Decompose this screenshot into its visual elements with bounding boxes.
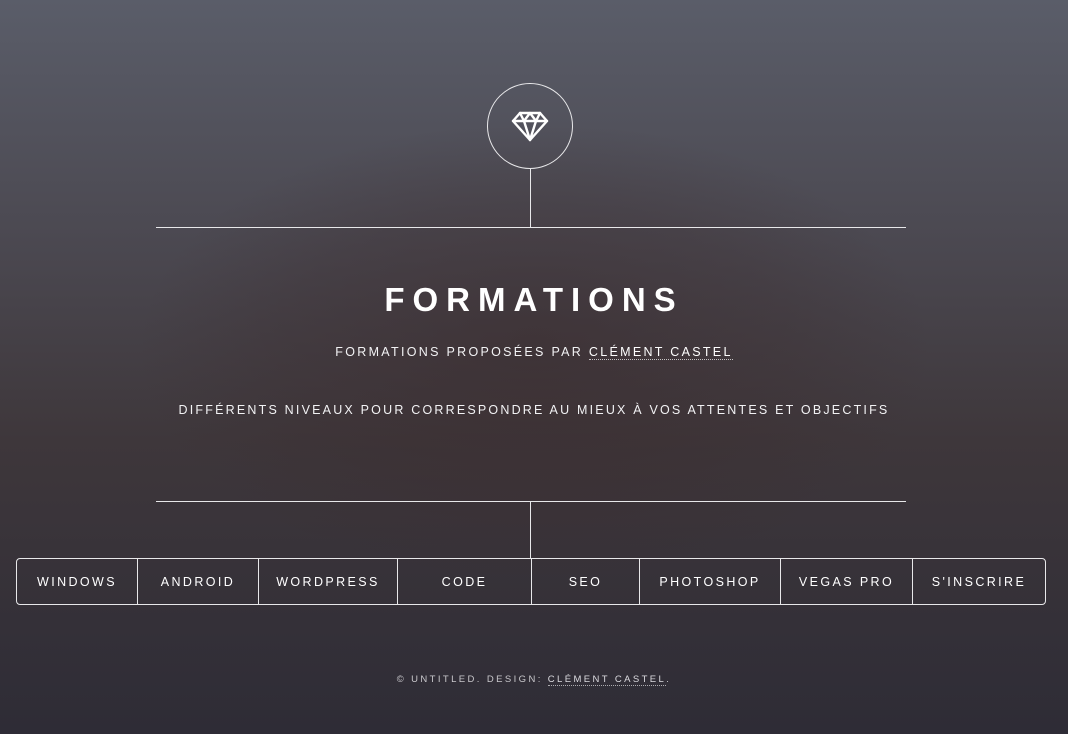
nav-item-seo[interactable]: SEO — [532, 559, 640, 604]
nav-item-windows[interactable]: WINDOWS — [17, 559, 138, 604]
nav-item-vegas-pro[interactable]: VEGAS PRO — [781, 559, 913, 604]
footer: © UNTITLED. DESIGN: CLÉMENT CASTEL. — [0, 673, 1068, 686]
subtitle-text: FORMATIONS PROPOSÉES PAR — [335, 345, 589, 359]
nav-item-android[interactable]: ANDROID — [138, 559, 259, 604]
nav-item-photoshop[interactable]: PHOTOSHOP — [640, 559, 781, 604]
page-title: FORMATIONS — [384, 281, 684, 318]
nav-connector-line — [530, 501, 531, 559]
main-nav: WINDOWS ANDROID WORDPRESS CODE SEO PHOTO… — [16, 558, 1046, 605]
top-divider-line — [156, 227, 906, 228]
author-link[interactable]: CLÉMENT CASTEL — [588, 345, 733, 360]
diamond-icon — [511, 111, 549, 142]
nav-item-sinscrire[interactable]: S'INSCRIRE — [913, 559, 1045, 604]
nav-item-code[interactable]: CODE — [398, 559, 532, 604]
bottom-divider-line — [156, 501, 906, 502]
nav-item-wordpress[interactable]: WORDPRESS — [259, 559, 398, 604]
logo-connector-line — [530, 169, 531, 227]
footer-suffix: . — [666, 674, 672, 685]
logo-circle — [487, 83, 573, 169]
page-subtitle: FORMATIONS PROPOSÉES PAR CLÉMENT CASTEL — [0, 344, 1068, 360]
footer-copyright: © UNTITLED. DESIGN: — [396, 674, 548, 685]
footer-design-link[interactable]: CLÉMENT CASTEL — [547, 674, 667, 686]
page-tagline: DIFFÉRENTS NIVEAUX POUR CORRESPONDRE AU … — [178, 403, 890, 417]
